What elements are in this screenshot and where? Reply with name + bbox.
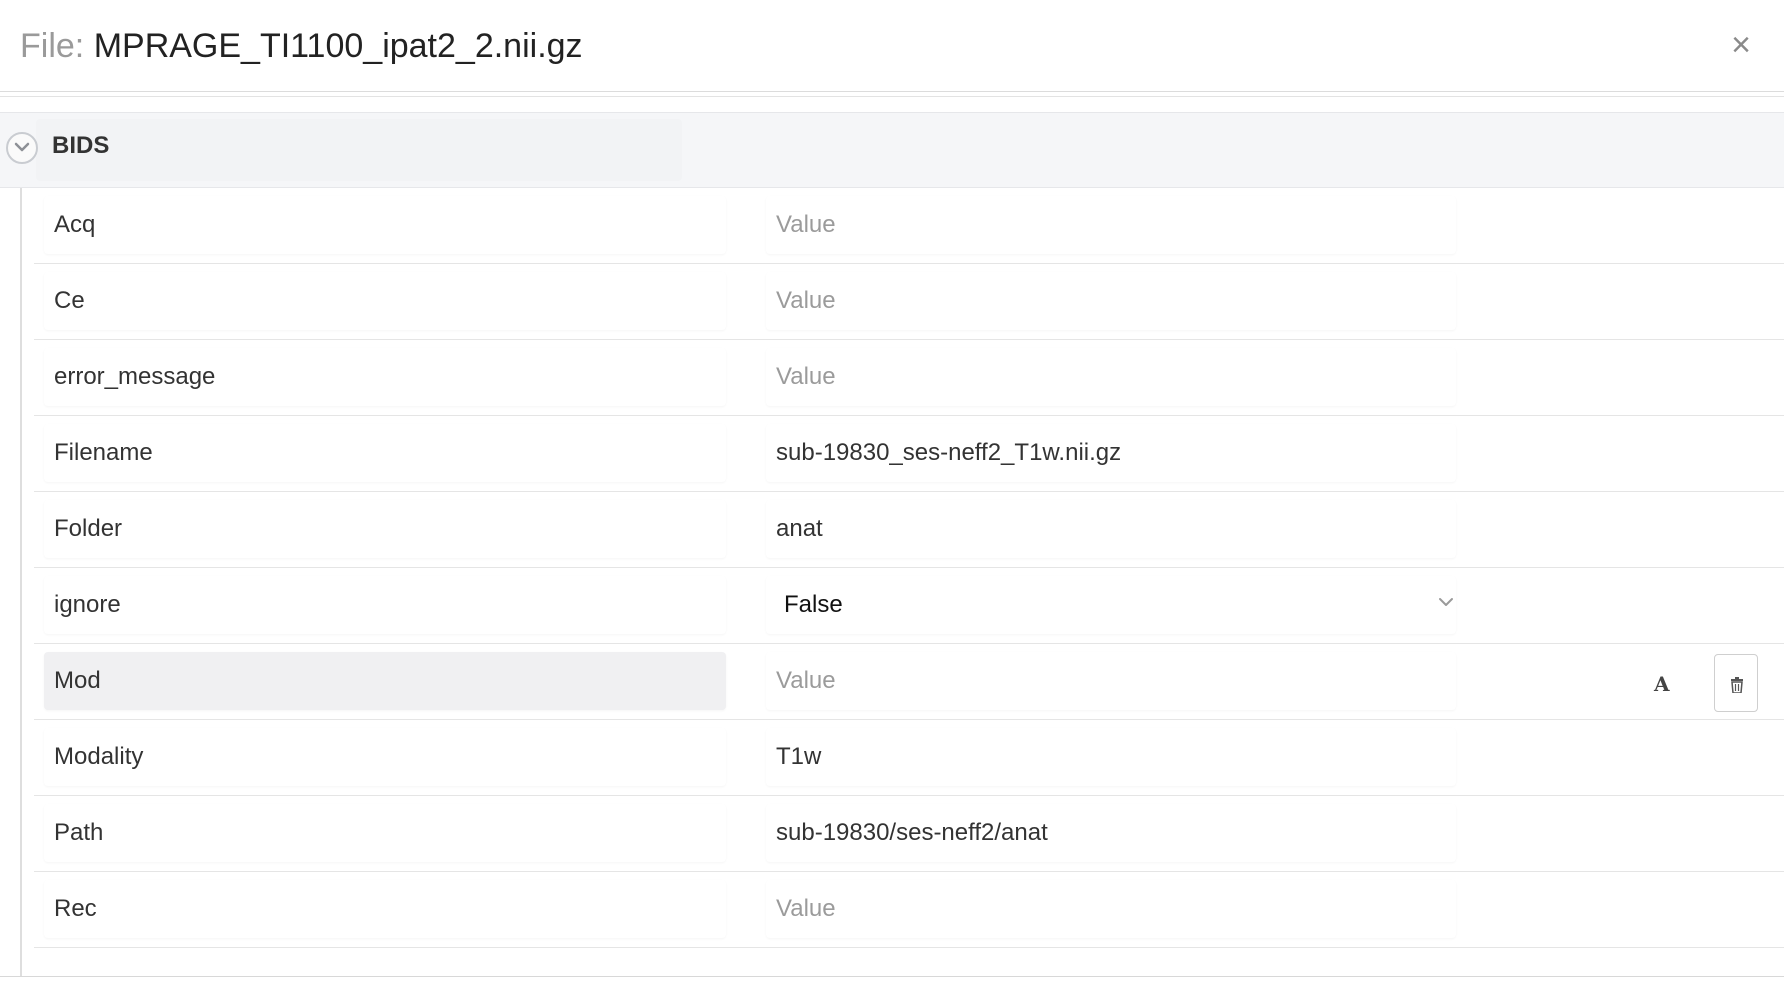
section-title: BIDS bbox=[52, 132, 110, 159]
table-row: Acq Value bbox=[34, 188, 1784, 264]
field-key-input[interactable]: Acq bbox=[44, 196, 726, 254]
bids-section-header[interactable] bbox=[0, 112, 1784, 188]
modal-header: File: MPRAGE_TI1100_ipat2_2.nii.gz × bbox=[0, 0, 1784, 92]
table-row: Filename sub-19830_ses-neff2_T1w.nii.gz bbox=[34, 416, 1784, 492]
field-value-input[interactable]: Value bbox=[766, 348, 1456, 406]
field-key-input[interactable]: Modality bbox=[44, 728, 726, 786]
table-row: Mod Value A bbox=[34, 644, 1784, 720]
metadata-rows: Acq Value Ce Value error_message Value Filenam… bbox=[34, 188, 1784, 948]
table-row: Modality T1w bbox=[34, 720, 1784, 796]
field-value-input[interactable]: anat bbox=[766, 500, 1456, 558]
file-name: MPRAGE_TI1100_ipat2_2.nii.gz bbox=[93, 27, 583, 65]
table-row: Rec Value bbox=[34, 872, 1784, 948]
chevron-down-icon bbox=[1439, 598, 1453, 606]
table-row: Ce Value bbox=[34, 264, 1784, 340]
title-prefix: File: bbox=[20, 27, 85, 65]
table-row: error_message Value bbox=[34, 340, 1784, 416]
close-icon[interactable]: × bbox=[1726, 28, 1756, 62]
field-value-input[interactable]: T1w bbox=[766, 728, 1456, 786]
field-value-input[interactable]: Value bbox=[766, 880, 1456, 938]
trash-icon[interactable] bbox=[1714, 654, 1758, 712]
chevron-down-icon[interactable] bbox=[6, 132, 38, 164]
field-value-input[interactable]: Value bbox=[766, 652, 1456, 710]
scroll-cutoff bbox=[0, 977, 1784, 992]
section-header-highlight bbox=[36, 119, 682, 181]
tree-guide-line bbox=[20, 188, 22, 976]
table-row: Folder anat bbox=[34, 492, 1784, 568]
text-type-icon[interactable]: A bbox=[1654, 672, 1670, 696]
divider bbox=[0, 96, 1784, 97]
field-value-input[interactable]: sub-19830/ses-neff2/anat bbox=[766, 804, 1456, 862]
file-metadata-modal: File: MPRAGE_TI1100_ipat2_2.nii.gz × BID… bbox=[0, 0, 1784, 992]
table-row: ignore False bbox=[34, 568, 1784, 644]
field-key-input[interactable]: Filename bbox=[44, 424, 726, 482]
field-key-input[interactable]: Mod bbox=[44, 652, 726, 710]
field-key-input[interactable]: Rec bbox=[44, 880, 726, 938]
value-select[interactable]: False bbox=[766, 576, 1456, 634]
field-key-input[interactable]: ignore bbox=[44, 576, 726, 634]
field-value-input[interactable]: Value bbox=[766, 196, 1456, 254]
field-value-input[interactable]: Value bbox=[766, 272, 1456, 330]
field-key-input[interactable]: Ce bbox=[44, 272, 726, 330]
field-key-input[interactable]: Folder bbox=[44, 500, 726, 558]
field-key-input[interactable]: Path bbox=[44, 804, 726, 862]
modal-title: File: MPRAGE_TI1100_ipat2_2.nii.gz bbox=[20, 26, 583, 66]
field-key-input[interactable]: error_message bbox=[44, 348, 726, 406]
field-value-input[interactable]: sub-19830_ses-neff2_T1w.nii.gz bbox=[766, 424, 1456, 482]
value-select-label: False bbox=[784, 591, 843, 618]
table-row: Path sub-19830/ses-neff2/anat bbox=[34, 796, 1784, 872]
